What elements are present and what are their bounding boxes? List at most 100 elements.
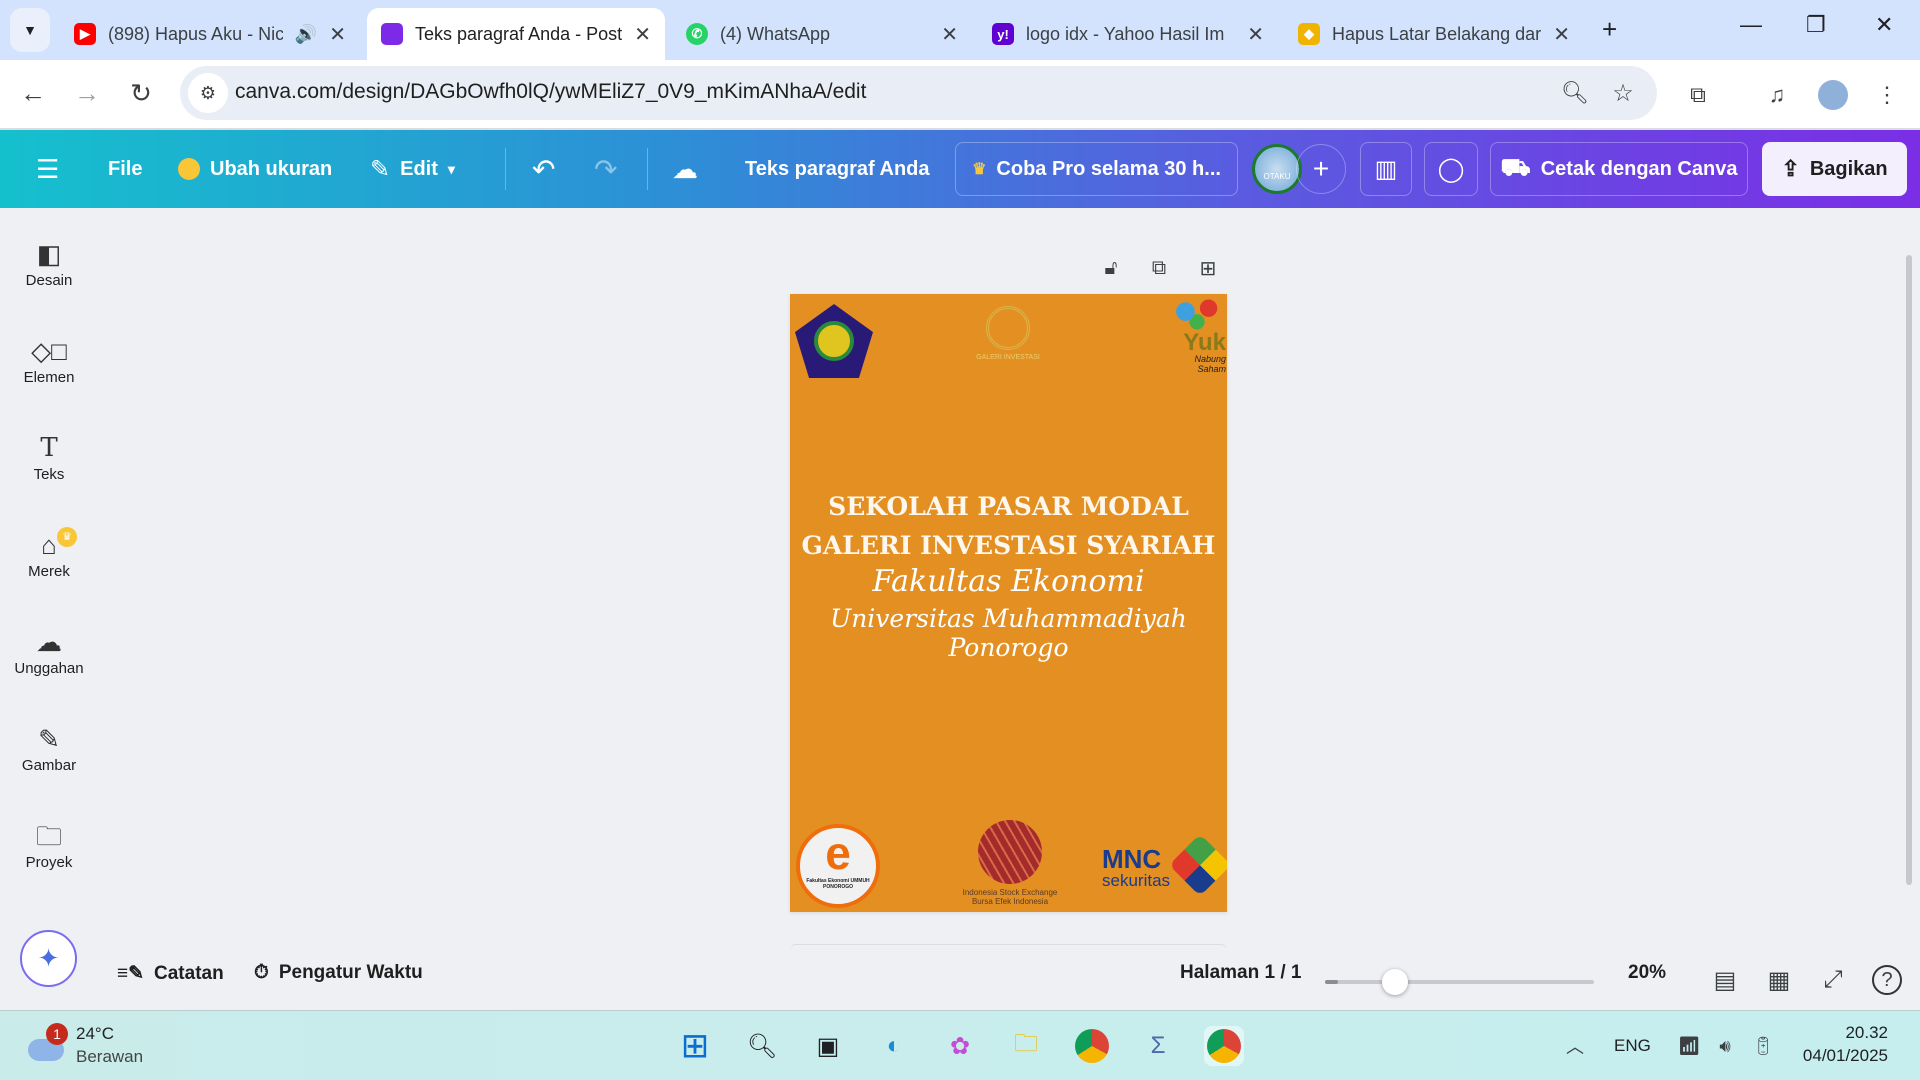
try-pro-button[interactable]: ♛ Coba Pro selama 30 h... — [955, 142, 1238, 196]
upload-icon: ☁ — [36, 627, 62, 657]
zoom-slider[interactable] — [1325, 969, 1594, 995]
zoom-slider-fill — [1325, 980, 1339, 984]
search-icon[interactable]: 🔍︎ — [742, 1026, 782, 1066]
resize-button[interactable]: Ubah ukuran — [178, 142, 332, 196]
add-page-icon[interactable]: ⊞ — [1195, 255, 1221, 281]
url-bar[interactable]: ⚙ canva.com/design/DAGbOwfh0lQ/ywMEliZ7_… — [180, 66, 1657, 120]
truck-icon: ⛟ — [1500, 154, 1531, 181]
notes-icon: ≡✎ — [117, 963, 145, 984]
volume-icon[interactable]: 🔊︎ — [1712, 1033, 1738, 1059]
wifi-icon[interactable]: 📶︎ — [1676, 1033, 1702, 1059]
design-icon: ◧ — [36, 239, 62, 269]
document-title[interactable]: Teks paragraf Anda — [745, 142, 930, 196]
menu-hamburger-icon[interactable]: ☰ — [36, 142, 59, 196]
cloud-saved-icon[interactable]: ☁ — [672, 142, 698, 196]
redo-icon[interactable]: ↷ — [594, 142, 617, 196]
task-view-icon[interactable]: ▣ — [808, 1026, 848, 1066]
edit-mode-button[interactable]: ✎ Edit ▾ — [370, 142, 455, 196]
edge-icon[interactable]: ◐ — [874, 1026, 914, 1066]
vertical-scrollbar[interactable] — [1906, 255, 1912, 885]
copilot-icon[interactable]: ✿ — [940, 1026, 980, 1066]
yuk-nabung-saham-logo: Yuk Nabung Saham — [1168, 298, 1226, 378]
poster-subtitle-university[interactable]: Universitas Muhammadiyah Ponorogo — [790, 604, 1227, 662]
tray-overflow-icon[interactable]: ︿ — [1562, 1033, 1588, 1059]
tab-search-button[interactable]: ▼ — [10, 8, 50, 52]
battery-icon[interactable]: 🔋︎ — [1750, 1033, 1776, 1059]
tab-remove-bg[interactable]: ◆ Hapus Latar Belakang dari ✕ — [1284, 8, 1584, 60]
file-menu[interactable]: File — [108, 142, 142, 196]
sidebar-item-unggahan[interactable]: ☁ Unggahan — [0, 624, 98, 677]
site-settings-icon[interactable]: ⚙ — [188, 73, 228, 113]
tab-youtube[interactable]: ▶ (898) Hapus Aku - Nicky 🔊 ✕ — [60, 8, 360, 60]
notes-button[interactable]: ≡✎ Catatan — [117, 962, 224, 985]
close-window-button[interactable]: ✕ — [1875, 12, 1893, 38]
undo-icon[interactable]: ↶ — [532, 142, 555, 196]
lock-icon[interactable]: 🔓︎ — [1098, 255, 1124, 281]
zoom-slider-handle[interactable] — [1382, 969, 1409, 995]
fullscreen-icon[interactable]: ⤢ — [1818, 965, 1848, 995]
close-tab-icon[interactable]: ✕ — [1553, 22, 1570, 47]
file-explorer-icon[interactable]: 🗀 — [1006, 1026, 1046, 1066]
clock[interactable]: 20.32 04/01/2025 — [1803, 1021, 1888, 1067]
sidebar-item-desain[interactable]: ◧ Desain — [0, 236, 98, 289]
url-text[interactable]: canva.com/design/DAGbOwfh0lQ/ywMEliZ7_0V… — [235, 80, 866, 104]
tab-yahoo[interactable]: y! logo idx - Yahoo Hasil Im ✕ — [978, 8, 1278, 60]
duplicate-page-icon[interactable]: ⧉ — [1146, 255, 1172, 281]
sidebar-item-gambar[interactable]: ✎ Gambar — [0, 721, 98, 774]
bookmark-star-icon[interactable]: ☆ — [1608, 78, 1638, 108]
tab-canva[interactable]: Teks paragraf Anda - Poster ✕ — [367, 8, 665, 60]
zoom-level[interactable]: 20% — [1628, 962, 1666, 984]
page-view-icon[interactable]: ▤ — [1710, 965, 1740, 995]
close-tab-icon[interactable]: ✕ — [1247, 22, 1264, 47]
crown-icon — [178, 158, 200, 180]
print-with-canva-button[interactable]: ⛟ Cetak dengan Canva — [1490, 142, 1748, 196]
sidebar-item-merek[interactable]: ⌂ Merek ♛ — [0, 527, 98, 580]
poster-subtitle-faculty[interactable]: Fakultas Ekonomi — [790, 564, 1227, 599]
speaker-icon[interactable]: 🔊 — [295, 24, 317, 45]
fe-ummuh-logo: e Fakultas Ekonomi UMMUH PONOROGO — [796, 824, 880, 908]
minimize-button[interactable]: — — [1740, 12, 1762, 38]
chrome-profile-icon[interactable] — [1204, 1026, 1244, 1066]
grid-view-icon[interactable]: ▦ — [1764, 965, 1794, 995]
insights-chart-icon[interactable]: ▥ — [1360, 142, 1412, 196]
poster-title-line2[interactable]: GALERI INVESTASI SYARIAH — [790, 531, 1227, 560]
comment-icon[interactable]: ◯ — [1424, 142, 1478, 196]
sidebar-item-proyek[interactable]: 🗀 Proyek — [0, 818, 98, 871]
extensions-icon[interactable]: ⧉ — [1683, 80, 1713, 110]
tab-whatsapp[interactable]: ✆ (4) WhatsApp ✕ — [672, 8, 972, 60]
magic-assistant-button[interactable]: ✦ — [20, 930, 77, 987]
close-tab-icon[interactable]: ✕ — [941, 22, 958, 47]
sidebar-item-teks[interactable]: T Teks — [0, 430, 98, 483]
profile-avatar[interactable] — [1818, 80, 1848, 110]
whatsapp-icon: ✆ — [686, 23, 708, 45]
mnc-sekuritas-logo: MNC sekuritas — [1102, 833, 1227, 899]
calculator-app-icon[interactable]: Σ — [1138, 1026, 1178, 1066]
close-tab-icon[interactable]: ✕ — [329, 22, 346, 47]
restore-button[interactable]: ❐ — [1806, 12, 1826, 38]
page-indicator[interactable]: Halaman 1 / 1 — [1180, 962, 1301, 984]
collaborator-avatar[interactable]: OTAKU — [1252, 144, 1302, 194]
galeri-investasi-logo: GALERI INVESTASI — [968, 306, 1048, 376]
poster-title-line1[interactable]: SEKOLAH PASAR MODAL — [790, 492, 1227, 521]
forward-icon[interactable]: → — [72, 78, 102, 108]
help-icon[interactable]: ? — [1872, 965, 1902, 995]
language-indicator[interactable]: ENG — [1614, 1036, 1651, 1056]
address-toolbar: ← → ↻ ⚙ canva.com/design/DAGbOwfh0lQ/ywM… — [0, 60, 1920, 130]
weather-widget[interactable]: 1 24°C Berawan — [28, 1021, 158, 1071]
invite-button[interactable]: + — [1296, 144, 1346, 194]
media-control-icon[interactable]: ♫ — [1762, 80, 1792, 110]
timer-button[interactable]: ⏱ Pengatur Waktu — [254, 962, 423, 984]
design-canvas-poster[interactable]: GALERI INVESTASI Yuk Nabung Saham SEKOLA… — [790, 294, 1227, 912]
draw-icon: ✎ — [38, 724, 60, 754]
reload-icon[interactable]: ↻ — [126, 78, 156, 108]
chrome-icon[interactable] — [1072, 1026, 1112, 1066]
sidebar-item-elemen[interactable]: ◇□ Elemen — [0, 333, 98, 386]
zoom-icon[interactable]: 🔍︎ — [1560, 78, 1590, 108]
new-tab-button[interactable]: + — [1602, 14, 1617, 45]
windows-start-icon[interactable]: ⊞ — [675, 1026, 715, 1066]
back-icon[interactable]: ← — [18, 78, 48, 108]
close-tab-icon[interactable]: ✕ — [634, 22, 651, 47]
menu-icon[interactable]: ⋮ — [1872, 80, 1902, 110]
share-button[interactable]: ⇪ Bagikan — [1762, 142, 1907, 196]
pro-crown-badge: ♛ — [57, 527, 77, 547]
